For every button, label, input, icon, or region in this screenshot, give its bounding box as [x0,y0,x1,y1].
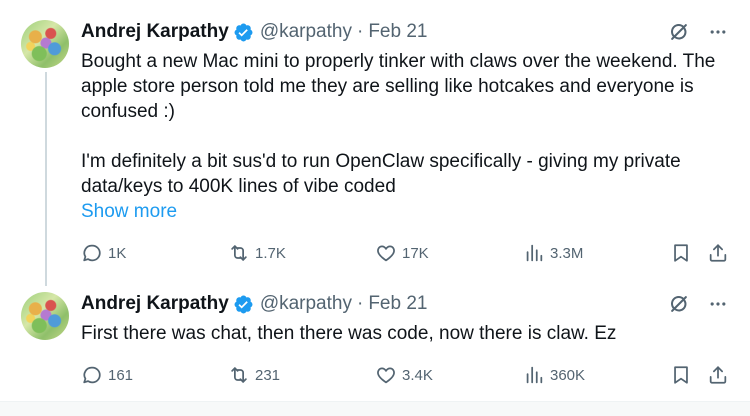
repost-count: 231 [255,366,281,384]
verified-badge-icon [233,294,254,315]
repost-count: 1.7K [255,244,286,262]
author-name[interactable]: Andrej Karpathy [81,21,229,43]
author-name[interactable]: Andrej Karpathy [81,293,229,315]
repost-icon [231,367,247,383]
reply-count: 1K [108,244,127,262]
more-icon[interactable] [708,22,728,42]
share-icon [709,244,727,262]
bookmark-icon [674,366,688,384]
tweet-header: Andrej Karpathy @karpathy · Feb 21 [81,20,427,44]
tweet-top-icons [668,292,728,316]
like-count: 17K [402,244,429,262]
bookmark-icon [674,244,688,262]
tweet-paragraph: I'm definitely a bit sus'd to run OpenCl… [81,151,681,197]
like-icon [377,367,395,384]
author-handle[interactable]: @karpathy [260,21,352,43]
reply-button[interactable]: 1K [81,241,126,265]
repost-icon [231,245,247,261]
tweet-actions: 1K 1.7K 17K 3.3M [81,241,731,265]
tweet-paragraph: Bought a new Mac mini to properly tinker… [81,51,716,122]
avatar[interactable] [21,20,69,68]
show-more-link[interactable]: Show more [81,201,177,222]
tweet-top-icons [668,20,728,44]
like-button[interactable]: 17K [375,241,429,265]
tweet-date[interactable]: Feb 21 [368,21,427,43]
views-count: 360K [550,366,586,384]
thread-connector-line [45,72,47,286]
verified-badge-icon [233,22,254,43]
tweet-actions: 161 231 3.4K 360K [81,363,731,387]
separator-dot: · [356,293,364,314]
like-button[interactable]: 3.4K [375,363,433,387]
more-icon[interactable] [708,294,728,314]
like-icon [377,245,395,262]
tweet-text: Bought a new Mac mini to properly tinker… [81,49,731,224]
timeline-footer [0,401,750,416]
reply-icon [83,244,101,262]
like-count: 3.4K [402,366,433,384]
author-handle[interactable]: @karpathy [260,293,352,315]
tweet-text: First there was chat, then there was cod… [81,321,731,346]
bookmark-button[interactable] [670,241,692,265]
views-button[interactable]: 3.3M [523,241,583,265]
share-button[interactable] [707,241,729,265]
tweet-date[interactable]: Feb 21 [368,293,427,315]
views-icon [526,244,543,262]
share-icon [709,366,727,384]
separator-dot: · [356,21,364,42]
reply-count: 161 [108,366,134,384]
reply-icon [83,366,101,384]
share-button[interactable] [707,363,729,387]
repost-button[interactable]: 1.7K [228,241,286,265]
tweet-paragraph: First there was chat, then there was cod… [81,323,617,344]
avatar[interactable] [21,292,69,340]
grok-icon[interactable] [668,293,690,315]
tweet-header: Andrej Karpathy @karpathy · Feb 21 [81,292,427,316]
views-icon [526,366,543,384]
reply-button[interactable]: 161 [81,363,133,387]
views-button[interactable]: 360K [523,363,585,387]
views-count: 3.3M [550,244,584,262]
repost-button[interactable]: 231 [228,363,280,387]
grok-icon[interactable] [668,21,690,43]
bookmark-button[interactable] [670,363,692,387]
